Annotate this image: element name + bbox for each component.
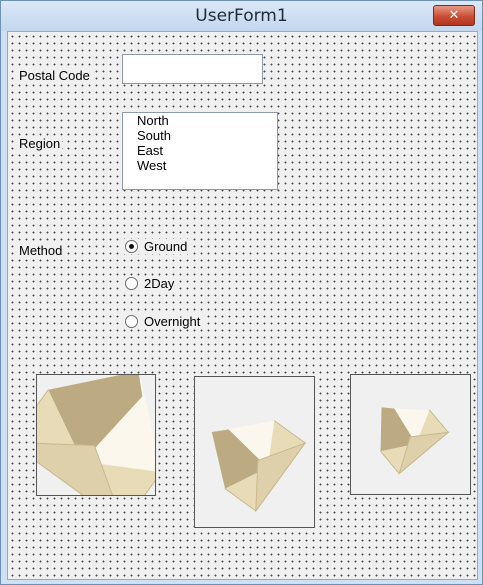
image-control-1[interactable] [36, 374, 156, 496]
title-bar[interactable]: UserForm1 ✕ [1, 1, 482, 31]
option-label: Ground [144, 239, 188, 254]
envelope-icon [211, 419, 307, 513]
envelope-icon [379, 407, 450, 475]
radio-selected-icon[interactable] [125, 240, 138, 253]
method-option-overnight[interactable]: Overnight [122, 314, 204, 329]
image-control-3[interactable] [350, 374, 471, 495]
option-label: Overnight [144, 314, 201, 329]
list-item[interactable]: West [123, 158, 277, 173]
list-item[interactable]: East [123, 143, 277, 158]
region-listbox[interactable]: North South East West [122, 112, 278, 190]
close-icon: ✕ [448, 8, 460, 23]
radio-unselected-icon[interactable] [125, 277, 138, 290]
option-label: 2Day [144, 276, 175, 291]
radio-unselected-icon[interactable] [125, 315, 138, 328]
form-design-surface: Postal Code Region North South East West… [7, 31, 478, 580]
region-label: Region [17, 136, 63, 151]
list-item[interactable]: North [123, 113, 277, 128]
method-option-2day[interactable]: 2Day [122, 276, 178, 291]
close-button[interactable]: ✕ [433, 5, 475, 26]
envelope-icon [37, 375, 155, 495]
window-title: UserForm1 [195, 6, 288, 26]
image-control-2[interactable] [194, 376, 315, 528]
postal-code-input[interactable] [122, 54, 263, 84]
method-label: Method [17, 243, 65, 258]
userform-window: UserForm1 ✕ Postal Code Region North Sou… [0, 0, 483, 585]
postal-code-label: Postal Code [17, 68, 92, 83]
method-option-ground[interactable]: Ground [122, 239, 191, 254]
list-item[interactable]: South [123, 128, 277, 143]
